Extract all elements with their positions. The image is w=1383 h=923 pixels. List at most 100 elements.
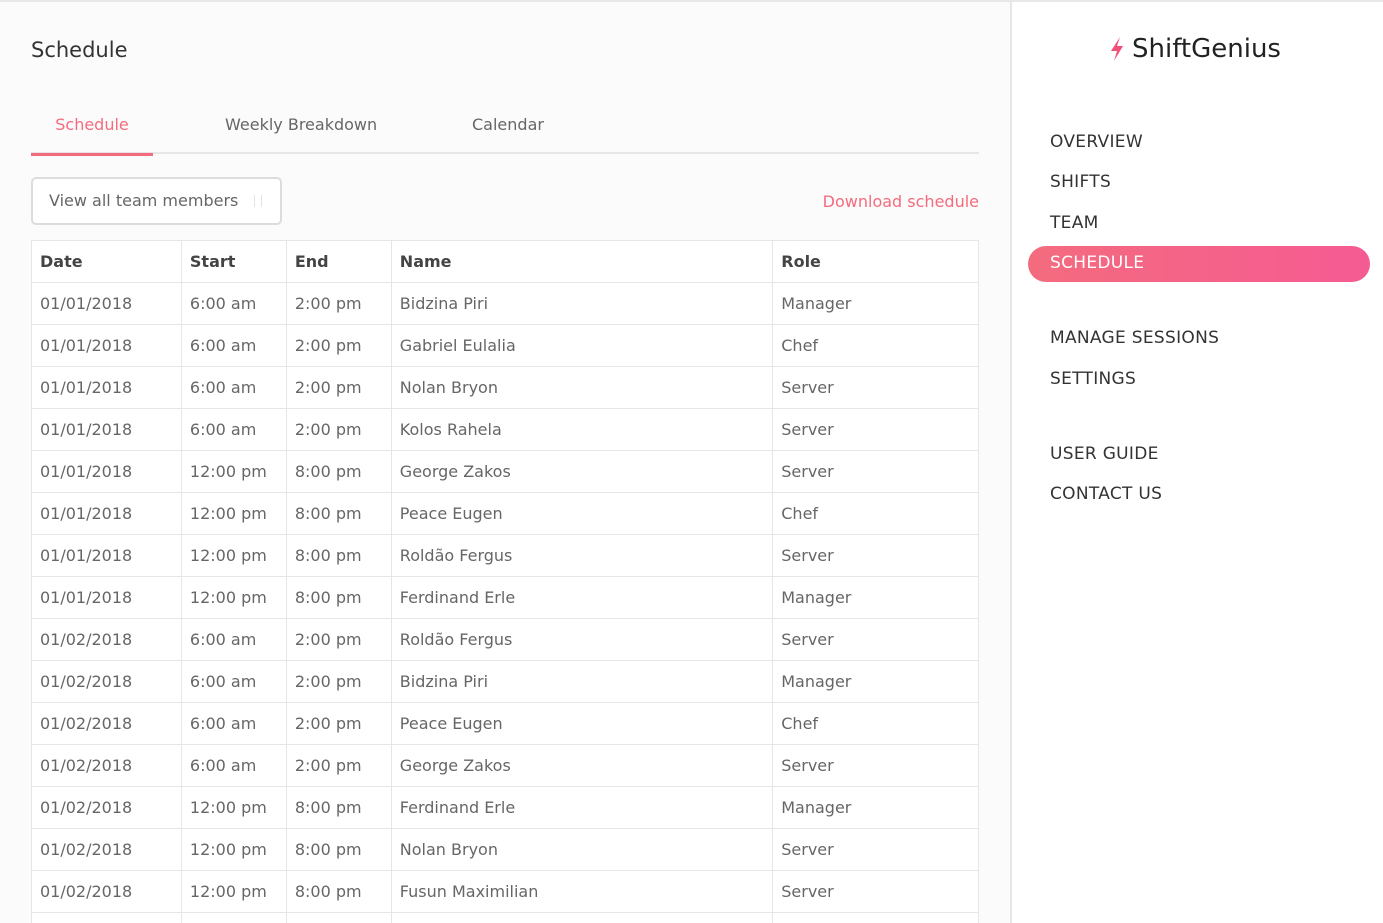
team-member-select-value: View all team members [49,191,239,210]
table-row: 01/01/2018 12:00 pm 8:00 pm Roldão Fergus Se… [31,534,979,577]
name-cell: Peace Eugen [390,702,774,745]
end-cell: 2:00 pm [285,282,392,325]
end-cell: 8:00 pm [285,870,392,913]
sidebar-item-user-guide[interactable]: USER GUIDE [1028,437,1370,473]
end-cell: 8:00 pm [285,492,392,535]
date-cell: 01/01/2018 [31,576,182,619]
end-cell: 2:00 pm [285,660,392,703]
date-cell: 01/02/2018 [31,744,182,787]
end-cell: 2:00 pm [285,744,392,787]
end-cell: 2:00 pm [285,324,392,367]
role-cell: Chef [772,324,979,367]
table-row: 01/02/2018 6:00 am 2:00 pm Roldão Fergus Ser… [31,618,979,661]
sidebar-item-team[interactable]: TEAM [1028,206,1370,242]
date-cell: 01/01/2018 [31,324,182,367]
role-cell: Server [772,618,979,661]
start-cell: 12:00 pm [180,786,287,829]
name-cell: Fusun Maximilian [390,870,774,913]
start-cell [180,912,287,923]
name-cell: Ferdinand Erle [390,576,774,619]
end-cell: 2:00 pm [285,408,392,451]
table-body: 01/01/2018 6:00 am 2:00 pm Bidzina Piri Mana… [31,282,979,923]
table-row: 01/02/2018 6:00 am 2:00 pm Bidzina Piri Mana… [31,660,979,703]
sidebar-item-manage-sessions[interactable]: MANAGE SESSIONS [1028,321,1370,357]
date-cell [31,912,182,923]
end-cell: 8:00 pm [285,534,392,577]
date-cell: 01/02/2018 [31,870,182,913]
table-row: 01/01/2018 12:00 pm 8:00 pm Ferdinand Erle M… [31,576,979,619]
end-cell: 2:00 pm [285,702,392,745]
date-cell: 01/01/2018 [31,366,182,409]
name-cell: Roldão Fergus [390,618,774,661]
role-cell: Manager [772,576,979,619]
tab-bar: Schedule Weekly Breakdown Calendar [31,112,979,156]
table-row [31,912,979,923]
column-header-end: End [285,240,392,283]
date-cell: 01/02/2018 [31,828,182,871]
table-row: 01/02/2018 12:00 pm 8:00 pm Ferdinand Erle M… [31,786,979,829]
sidebar-item-overview[interactable]: OVERVIEW [1028,125,1370,161]
name-cell: Roldão Fergus [390,534,774,577]
name-cell: Bidzina Piri [390,282,774,325]
role-cell: Chef [772,492,979,535]
date-cell: 01/02/2018 [31,660,182,703]
date-cell: 01/02/2018 [31,618,182,661]
start-cell: 6:00 am [180,366,287,409]
date-cell: 01/02/2018 [31,702,182,745]
role-cell: Manager [772,282,979,325]
end-cell: 8:00 pm [285,828,392,871]
end-cell [285,912,392,923]
table-row: 01/01/2018 6:00 am 2:00 pm Nolan Bryon Serve… [31,366,979,409]
role-cell: Server [772,534,979,577]
start-cell: 6:00 am [180,408,287,451]
role-cell [772,912,979,923]
date-cell: 01/01/2018 [31,282,182,325]
schedule-table: Date Start End Name Role 01/01/2018 6:00 am 2:… [31,240,979,923]
end-cell: 2:00 pm [285,618,392,661]
name-cell: George Zakos [390,450,774,493]
sidebar-item-settings[interactable]: SETTINGS [1028,362,1370,398]
table-row: 01/02/2018 12:00 pm 8:00 pm Fusun Maximilia… [31,870,979,913]
table-row: 01/02/2018 12:00 pm 8:00 pm Nolan Bryon Serv… [31,828,979,871]
role-cell: Server [772,366,979,409]
table-row: 01/02/2018 6:00 am 2:00 pm Peace Eugen Chef [31,702,979,745]
end-cell: 8:00 pm [285,576,392,619]
date-cell: 01/01/2018 [31,408,182,451]
end-cell: 2:00 pm [285,366,392,409]
role-cell: Server [772,408,979,451]
date-cell: 01/02/2018 [31,786,182,829]
name-cell [390,912,774,923]
team-member-select[interactable]: View all team members [31,177,282,225]
start-cell: 6:00 am [180,618,287,661]
role-cell: Server [772,828,979,871]
chevron-updown-icon [254,195,262,207]
name-cell: Gabriel Eulalia [390,324,774,367]
sidebar-item-schedule[interactable]: SCHEDULE [1028,246,1370,282]
column-header-start: Start [180,240,287,283]
brand-logo[interactable]: ShiftGenius [1108,34,1281,64]
download-schedule-link[interactable]: Download schedule [823,192,979,211]
tab-weekly-breakdown[interactable]: Weekly Breakdown [225,112,377,154]
lightning-bolt-icon [1111,37,1123,61]
date-cell: 01/01/2018 [31,492,182,535]
table-row: 01/02/2018 6:00 am 2:00 pm George Zakos Serv… [31,744,979,787]
column-header-role: Role [772,240,979,283]
tab-schedule[interactable]: Schedule [31,112,153,156]
start-cell: 6:00 am [180,324,287,367]
name-cell: Bidzina Piri [390,660,774,703]
start-cell: 6:00 am [180,660,287,703]
sidebar: ShiftGenius OVERVIEW SHIFTS TEAM SCHEDUL… [1010,2,1383,923]
table-row: 01/01/2018 12:00 pm 8:00 pm Peace Eugen Chef [31,492,979,535]
end-cell: 8:00 pm [285,786,392,829]
name-cell: Peace Eugen [390,492,774,535]
sidebar-item-contact-us[interactable]: CONTACT US [1028,477,1370,513]
table-header-row: Date Start End Name Role [31,240,979,283]
role-cell: Server [772,450,979,493]
page-title: Schedule [31,38,128,62]
date-cell: 01/01/2018 [31,534,182,577]
main-content: Schedule Schedule Weekly Breakdown Calen… [0,2,1010,923]
sidebar-item-shifts[interactable]: SHIFTS [1028,165,1370,201]
role-cell: Manager [772,786,979,829]
end-cell: 8:00 pm [285,450,392,493]
tab-calendar[interactable]: Calendar [472,112,544,154]
